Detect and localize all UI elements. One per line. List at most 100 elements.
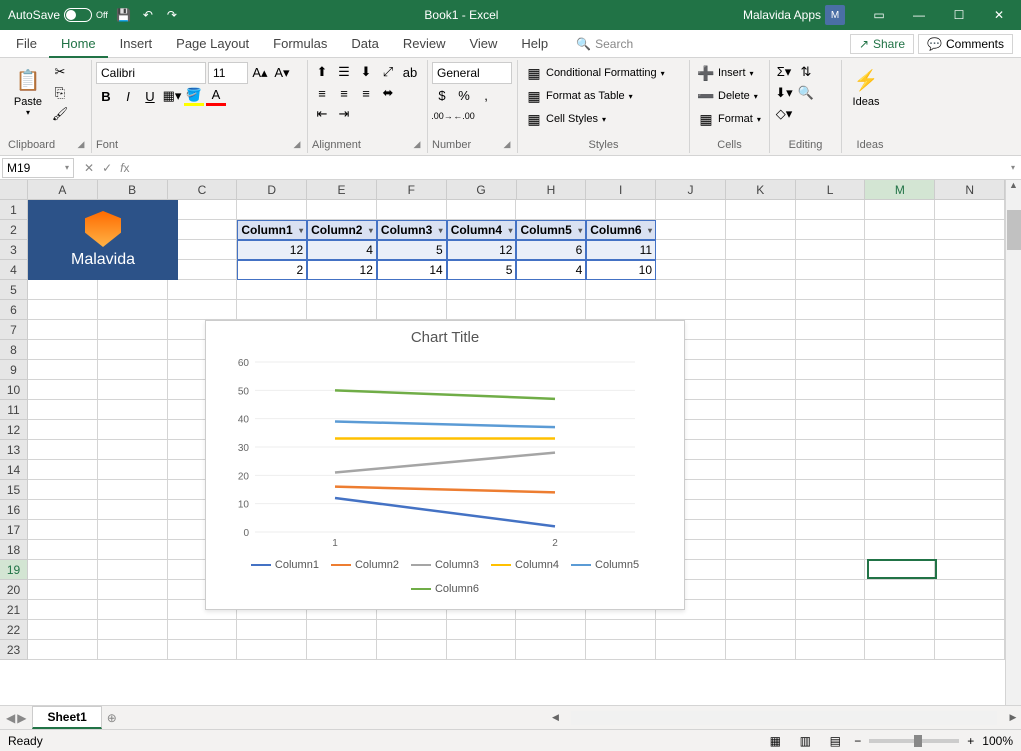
cell[interactable]: Column2 [307, 220, 377, 240]
dialog-launcher-icon[interactable]: ◢ [501, 139, 513, 151]
cell[interactable] [726, 420, 796, 440]
cell[interactable] [726, 260, 796, 280]
cell[interactable] [98, 480, 168, 500]
cell[interactable] [98, 540, 168, 560]
cell[interactable] [377, 640, 447, 660]
cell[interactable] [28, 280, 98, 300]
cell[interactable] [865, 220, 935, 240]
page-layout-view-icon[interactable]: ▥ [794, 732, 816, 750]
cell[interactable] [796, 540, 866, 560]
cell[interactable] [796, 560, 866, 580]
decrease-decimal-icon[interactable]: ←.00 [454, 106, 474, 126]
cell[interactable] [377, 300, 447, 320]
number-format-select[interactable] [432, 62, 512, 84]
cell[interactable]: Column5 [516, 220, 586, 240]
row-header[interactable]: 5 [0, 280, 28, 300]
cell[interactable] [865, 440, 935, 460]
percent-icon[interactable]: % [454, 85, 474, 105]
cell[interactable] [656, 260, 726, 280]
cell[interactable] [865, 540, 935, 560]
cut-icon[interactable]: ✂ [50, 62, 70, 82]
cell[interactable] [377, 280, 447, 300]
cell[interactable] [28, 300, 98, 320]
cell[interactable] [237, 280, 307, 300]
cell[interactable] [796, 360, 866, 380]
cell[interactable] [865, 580, 935, 600]
cell[interactable] [656, 220, 726, 240]
cell[interactable] [237, 300, 307, 320]
row-header[interactable]: 1 [0, 200, 28, 220]
cell[interactable]: 4 [516, 260, 586, 280]
cell[interactable]: 5 [447, 260, 517, 280]
cell[interactable] [656, 640, 726, 660]
tab-insert[interactable]: Insert [108, 30, 165, 58]
cell[interactable] [516, 300, 586, 320]
cell[interactable] [168, 280, 238, 300]
page-break-view-icon[interactable]: ▤ [824, 732, 846, 750]
cell[interactable] [796, 260, 866, 280]
cell[interactable] [726, 200, 796, 220]
format-as-table-button[interactable]: ▦Format as Table▾ [522, 85, 637, 107]
cell[interactable] [796, 480, 866, 500]
row-header[interactable]: 23 [0, 640, 28, 660]
copy-icon[interactable]: ⎘ [50, 83, 70, 103]
zoom-out-icon[interactable]: − [854, 734, 861, 748]
comma-icon[interactable]: , [476, 85, 496, 105]
enter-formula-icon[interactable]: ✓ [102, 161, 112, 175]
row-header[interactable]: 19 [0, 560, 28, 580]
cell[interactable] [796, 340, 866, 360]
cell[interactable] [447, 200, 517, 220]
cell[interactable] [935, 440, 1005, 460]
row-header[interactable]: 10 [0, 380, 28, 400]
cell[interactable] [377, 620, 447, 640]
cell[interactable] [447, 620, 517, 640]
cell[interactable] [98, 640, 168, 660]
minimize-icon[interactable]: — [901, 0, 937, 30]
cell[interactable] [28, 600, 98, 620]
cell[interactable] [796, 640, 866, 660]
cell[interactable] [237, 200, 307, 220]
cell[interactable] [935, 320, 1005, 340]
dialog-launcher-icon[interactable]: ◢ [291, 139, 303, 151]
cell[interactable] [28, 360, 98, 380]
cell[interactable] [168, 200, 238, 220]
cell[interactable] [796, 380, 866, 400]
currency-icon[interactable]: $ [432, 85, 452, 105]
increase-font-icon[interactable]: A▴ [250, 63, 270, 83]
column-header[interactable]: J [656, 180, 726, 200]
cell[interactable] [28, 520, 98, 540]
column-header[interactable]: M [865, 180, 935, 200]
cell[interactable] [726, 600, 796, 620]
cell[interactable] [935, 360, 1005, 380]
sheet-tab[interactable]: Sheet1 [32, 706, 101, 729]
cell[interactable] [98, 500, 168, 520]
cell[interactable]: 12 [447, 240, 517, 260]
cell[interactable] [726, 560, 796, 580]
column-header[interactable]: C [168, 180, 238, 200]
column-header[interactable]: A [28, 180, 98, 200]
cell[interactable] [98, 600, 168, 620]
column-header[interactable]: K [726, 180, 796, 200]
save-icon[interactable]: 💾 [116, 7, 132, 23]
cell[interactable] [935, 240, 1005, 260]
select-all-corner[interactable] [0, 180, 28, 200]
font-size-select[interactable] [208, 62, 248, 84]
cell[interactable] [796, 600, 866, 620]
cell[interactable] [28, 420, 98, 440]
cell[interactable] [726, 460, 796, 480]
merge-icon[interactable]: ⬌ [378, 83, 398, 103]
cell[interactable] [796, 280, 866, 300]
cell[interactable] [98, 440, 168, 460]
tab-view[interactable]: View [457, 30, 509, 58]
align-bottom-icon[interactable]: ⬇ [356, 62, 376, 82]
cell[interactable] [865, 420, 935, 440]
cell[interactable] [935, 520, 1005, 540]
zoom-slider[interactable] [869, 739, 959, 743]
increase-decimal-icon[interactable]: .00→ [432, 106, 452, 126]
cell[interactable] [726, 380, 796, 400]
cell[interactable]: Column4 [447, 220, 517, 240]
conditional-formatting-button[interactable]: ▦Conditional Formatting▾ [522, 62, 669, 84]
cell[interactable]: Column1 [237, 220, 307, 240]
cell[interactable] [307, 280, 377, 300]
cell[interactable]: 11 [586, 240, 656, 260]
